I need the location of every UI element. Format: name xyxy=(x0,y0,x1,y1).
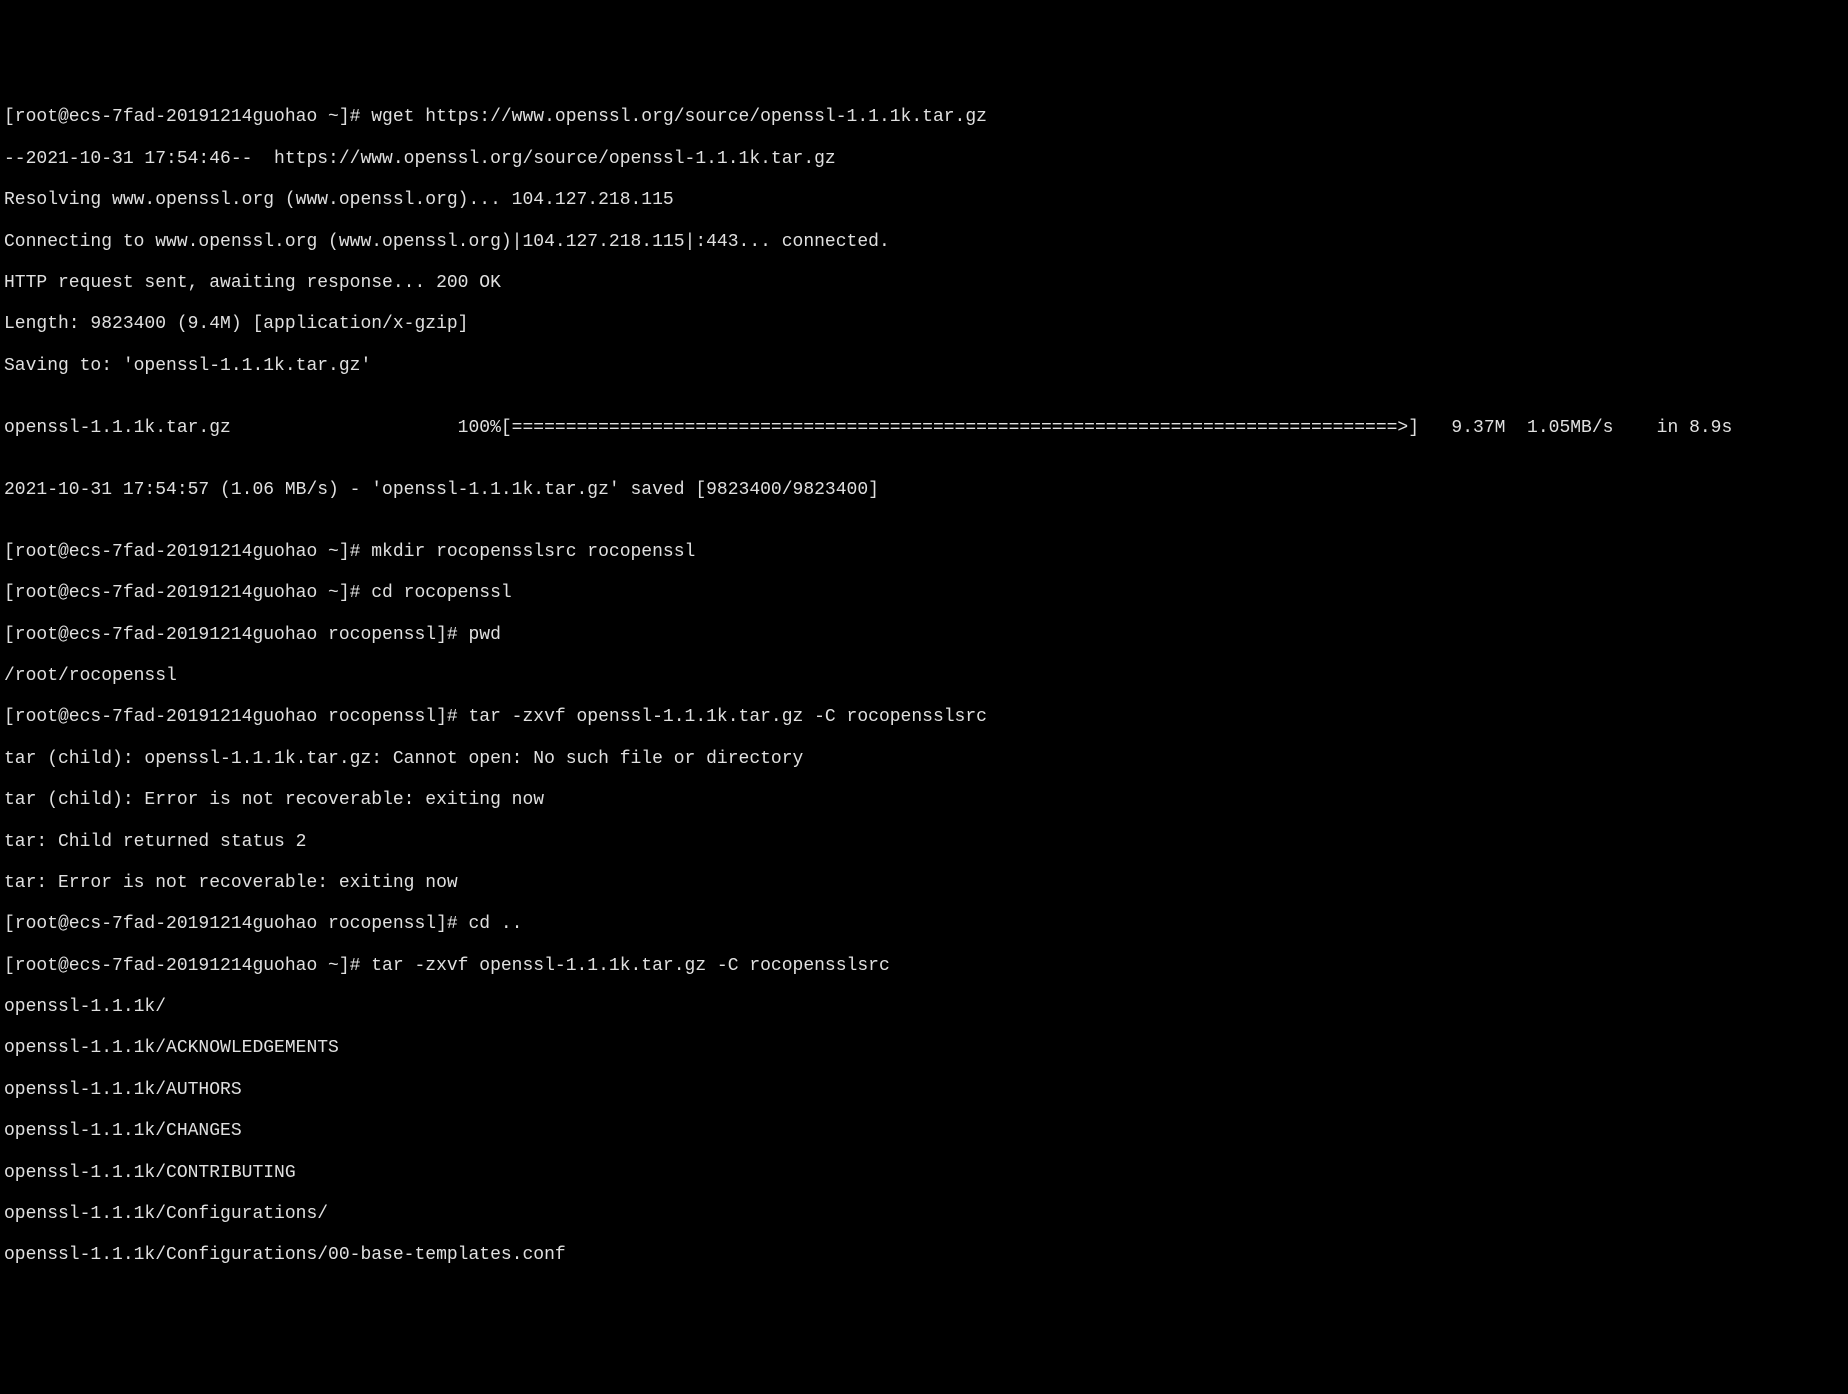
terminal-line: HTTP request sent, awaiting response... … xyxy=(4,273,1844,294)
terminal-line: openssl-1.1.1k/AUTHORS xyxy=(4,1080,1844,1101)
terminal-line: openssl-1.1.1k/ACKNOWLEDGEMENTS xyxy=(4,1038,1844,1059)
terminal-line: [root@ecs-7fad-20191214guohao rocopenssl… xyxy=(4,914,1844,935)
terminal-line: /root/rocopenssl xyxy=(4,666,1844,687)
terminal-line: [root@ecs-7fad-20191214guohao rocopenssl… xyxy=(4,625,1844,646)
terminal-output[interactable]: [root@ecs-7fad-20191214guohao ~]# wget h… xyxy=(4,87,1844,1287)
terminal-line: [root@ecs-7fad-20191214guohao ~]# wget h… xyxy=(4,107,1844,128)
terminal-line: openssl-1.1.1k/Configurations/00-base-te… xyxy=(4,1245,1844,1266)
terminal-line: openssl-1.1.1k/CHANGES xyxy=(4,1121,1844,1142)
terminal-line: openssl-1.1.1k/Configurations/ xyxy=(4,1204,1844,1225)
terminal-line: 2021-10-31 17:54:57 (1.06 MB/s) - 'opens… xyxy=(4,480,1844,501)
terminal-line: openssl-1.1.1k/CONTRIBUTING xyxy=(4,1163,1844,1184)
terminal-line: tar (child): Error is not recoverable: e… xyxy=(4,790,1844,811)
terminal-line: openssl-1.1.1k/ xyxy=(4,997,1844,1018)
terminal-line: --2021-10-31 17:54:46-- https://www.open… xyxy=(4,149,1844,170)
terminal-line: Length: 9823400 (9.4M) [application/x-gz… xyxy=(4,314,1844,335)
terminal-line: Saving to: 'openssl-1.1.1k.tar.gz' xyxy=(4,356,1844,377)
terminal-line: Resolving www.openssl.org (www.openssl.o… xyxy=(4,190,1844,211)
terminal-line: [root@ecs-7fad-20191214guohao rocopenssl… xyxy=(4,707,1844,728)
terminal-line: openssl-1.1.1k.tar.gz 100%[=============… xyxy=(4,418,1844,439)
terminal-line: [root@ecs-7fad-20191214guohao ~]# tar -z… xyxy=(4,956,1844,977)
terminal-line: tar: Child returned status 2 xyxy=(4,832,1844,853)
terminal-line: Connecting to www.openssl.org (www.opens… xyxy=(4,232,1844,253)
terminal-line: tar (child): openssl-1.1.1k.tar.gz: Cann… xyxy=(4,749,1844,770)
terminal-line: [root@ecs-7fad-20191214guohao ~]# cd roc… xyxy=(4,583,1844,604)
terminal-line: [root@ecs-7fad-20191214guohao ~]# mkdir … xyxy=(4,542,1844,563)
terminal-line: tar: Error is not recoverable: exiting n… xyxy=(4,873,1844,894)
